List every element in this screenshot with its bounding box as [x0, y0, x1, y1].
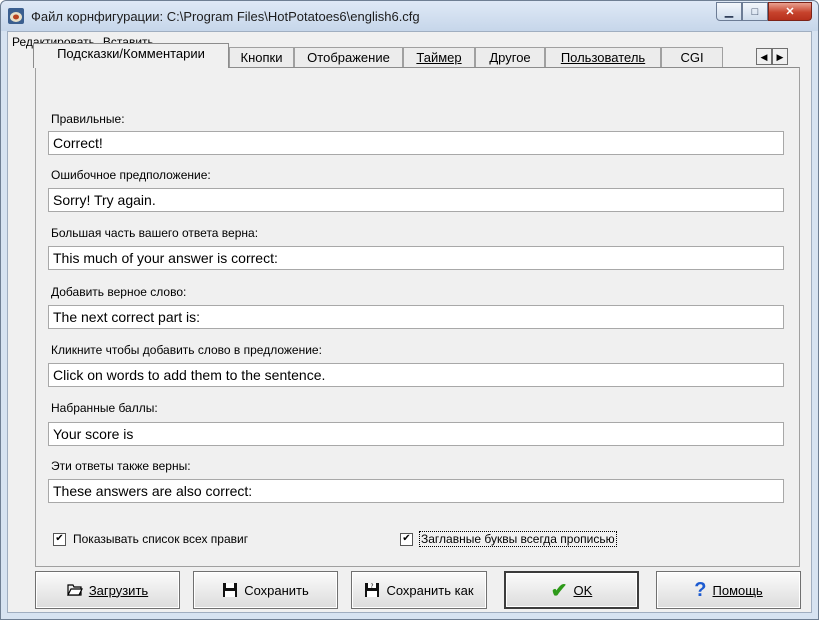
correct-input[interactable] — [48, 131, 784, 155]
case-sensitive-option[interactable]: ✔ Заглавные буквы всегда прописью — [400, 531, 617, 547]
tab-label: Пользователь — [560, 50, 646, 65]
checkmark-icon: ✔ — [402, 532, 411, 544]
tab-label: Кнопки — [240, 50, 283, 65]
click-words-input[interactable] — [48, 363, 784, 387]
score-input[interactable] — [48, 422, 784, 446]
next-correct-label: Добавить верное слово: — [51, 285, 187, 299]
tab-label: CGI — [680, 50, 704, 65]
close-button[interactable]: ✕ — [768, 2, 812, 21]
tab-display[interactable]: Отображение — [294, 47, 403, 67]
show-all-rules-checkbox[interactable]: ✔ — [53, 532, 66, 546]
tab-other[interactable]: Другое — [475, 47, 545, 67]
tab-cgi[interactable]: CGI — [661, 47, 723, 67]
checkmark-icon: ✔ — [55, 532, 64, 544]
ok-button-label: OK — [573, 582, 593, 598]
maximize-icon: □ — [751, 5, 759, 18]
title-bar[interactable]: Файл корнфигурации: C:\Program Files\Hot… — [1, 1, 818, 31]
wrong-guess-label: Ошибочное предположение: — [51, 168, 211, 182]
help-button-label: Помощь — [712, 582, 763, 598]
case-sensitive-label: Заглавные буквы всегда прописью — [419, 531, 617, 547]
help-button[interactable]: ? Помощь — [656, 571, 801, 609]
window-title: Файл корнфигурации: C:\Program Files\Hot… — [31, 9, 420, 24]
floppy-disk-icon — [223, 583, 238, 597]
load-button-label: Загрузить — [88, 582, 149, 598]
also-correct-label: Эти ответы также верны: — [51, 459, 191, 473]
minimize-button[interactable]: ▁ — [716, 2, 742, 21]
save-as-button[interactable]: ? Сохранить как — [351, 571, 487, 609]
load-button[interactable]: Загрузить — [35, 571, 180, 609]
partly-correct-input[interactable] — [48, 246, 784, 270]
tab-scroll-left-button[interactable]: ◀ — [756, 48, 772, 65]
save-as-button-label: Сохранить как — [386, 582, 474, 598]
tab-scroll-right-button[interactable]: ▶ — [772, 48, 788, 65]
triangle-right-icon: ▶ — [776, 52, 784, 62]
score-label: Набранные баллы: — [51, 401, 158, 415]
save-as-icon: ? — [365, 583, 380, 597]
question-icon: ? — [694, 578, 707, 601]
partly-correct-label: Большая часть вашего ответа верна: — [51, 226, 259, 240]
caption-buttons: ▁ □ ✕ — [716, 2, 812, 22]
tab-hints-comments[interactable]: Подсказки/Комментарии — [33, 43, 229, 68]
maximize-button[interactable]: □ — [742, 2, 768, 21]
tab-label: Другое — [489, 50, 531, 65]
checkmark-icon: ✔ — [550, 579, 568, 602]
tab-label: Подсказки/Комментарии — [57, 46, 205, 61]
ok-button[interactable]: ✔ OK — [504, 571, 639, 609]
triangle-left-icon: ◀ — [760, 52, 768, 62]
wrong-guess-input[interactable] — [48, 188, 784, 212]
tab-user[interactable]: Пользователь — [545, 47, 661, 67]
save-button[interactable]: Сохранить — [193, 571, 338, 609]
tab-label: Таймер — [416, 50, 462, 65]
tab-buttons[interactable]: Кнопки — [229, 47, 294, 67]
correct-label: Правильные: — [51, 112, 125, 126]
case-sensitive-checkbox[interactable]: ✔ — [400, 532, 413, 546]
click-words-label: Кликните чтобы добавить слово в предложе… — [51, 343, 322, 357]
folder-open-icon — [66, 584, 83, 596]
also-correct-input[interactable] — [48, 479, 784, 503]
svg-text:?: ? — [371, 583, 374, 590]
tab-label: Отображение — [307, 50, 390, 65]
close-icon: ✕ — [785, 6, 795, 18]
next-correct-input[interactable] — [48, 305, 784, 329]
tab-timer[interactable]: Таймер — [403, 47, 475, 67]
hotpotatoes-app-icon — [8, 8, 24, 24]
save-button-label: Сохранить — [244, 582, 309, 598]
show-all-rules-label: Показывать список всех правиг — [73, 532, 249, 546]
show-all-rules-option[interactable]: ✔ Показывать список всех правиг — [53, 532, 248, 546]
tab-scroll-arrows: ◀ ▶ — [756, 48, 788, 65]
minimize-icon: ▁ — [724, 6, 734, 18]
config-window: Файл корнфигурации: C:\Program Files\Hot… — [0, 0, 819, 620]
